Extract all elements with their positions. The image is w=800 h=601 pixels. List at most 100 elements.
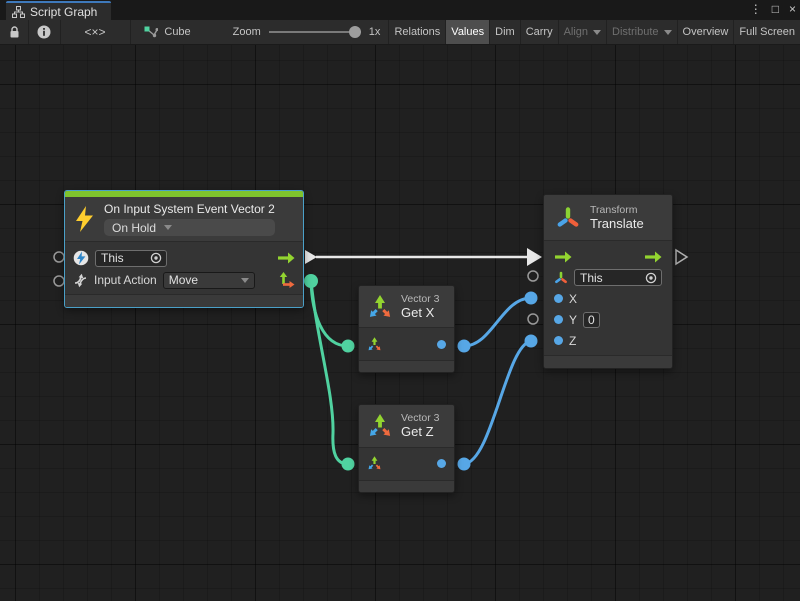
transform-icon [556, 206, 580, 230]
float-wire-x[interactable] [464, 298, 531, 346]
getx-output-port[interactable] [458, 340, 471, 353]
carry-button[interactable]: Carry [521, 20, 558, 44]
code-preview-button[interactable]: <×> [60, 20, 129, 44]
translate-y-inner-dot[interactable] [554, 315, 563, 324]
translate-x-port[interactable] [525, 292, 538, 305]
zoom-slider[interactable] [269, 31, 361, 33]
translate-y-row: Y 0 [554, 309, 662, 330]
getz-inner-output-dot[interactable] [437, 459, 446, 468]
translate-target-value: This [580, 271, 603, 285]
getx-inner-output-dot[interactable] [437, 340, 446, 349]
toolbar-right-group: Relations Values Dim Carry Align Distrib… [388, 20, 800, 44]
relations-button[interactable]: Relations [389, 20, 445, 44]
event-mode-value: On Hold [112, 221, 156, 235]
values-label: Values [451, 26, 484, 38]
target-picker-icon[interactable] [150, 252, 162, 264]
overview-label: Overview [683, 26, 729, 38]
lightning-icon [75, 206, 94, 232]
tab-script-graph[interactable]: Script Graph [6, 1, 111, 20]
window-menu-button[interactable]: ⋮ [750, 2, 762, 16]
vector3-icon [367, 413, 393, 439]
event-control-out-port[interactable] [305, 250, 317, 264]
getz-input-port[interactable] [342, 458, 355, 471]
translate-x-label: X [569, 292, 577, 306]
input-action-value: Move [169, 273, 198, 287]
event-node-rows: This [65, 242, 303, 293]
getx-input-port[interactable] [342, 340, 355, 353]
window-close-button[interactable]: × [789, 2, 796, 16]
float-wire-z[interactable] [464, 341, 531, 464]
node-get-z[interactable]: Vector 3 Get Z [358, 404, 455, 493]
event-node-header: On Input System Event Vector 2 On Hold [65, 197, 303, 242]
translate-node-header: Transform Translate [544, 195, 672, 241]
translate-y-port[interactable] [528, 314, 538, 324]
dim-button[interactable]: Dim [490, 20, 520, 44]
event-target-row: This [73, 247, 295, 269]
align-button[interactable]: Align [559, 20, 606, 44]
tab-label: Script Graph [30, 5, 97, 19]
info-icon [37, 25, 51, 39]
translate-y-label: Y [569, 313, 577, 327]
translate-z-port[interactable] [525, 335, 538, 348]
zoom-slider-thumb[interactable] [349, 26, 361, 38]
overview-button[interactable]: Overview [678, 20, 734, 44]
align-label: Align [564, 26, 588, 38]
chevron-down-icon [164, 225, 172, 230]
event-mode-dropdown[interactable]: On Hold [104, 219, 275, 236]
translate-target-field[interactable]: This [574, 269, 662, 286]
event-vector2-out-port[interactable] [304, 274, 318, 288]
info-button[interactable] [29, 20, 60, 44]
event-target-field[interactable]: This [95, 250, 167, 267]
node-get-x[interactable]: Vector 3 Get X [358, 285, 455, 373]
dim-label: Dim [495, 26, 515, 38]
vector2-icon [279, 272, 295, 288]
graph-toolbar: <×> Cube Zoom 1x Relations Values [0, 20, 800, 45]
zoom-value: 1x [369, 26, 381, 38]
target-picker-icon[interactable] [645, 272, 657, 284]
input-action-icon [73, 273, 88, 288]
input-action-dropdown[interactable]: Move [163, 272, 255, 289]
distribute-label: Distribute [612, 26, 658, 38]
translate-y-value-field[interactable]: 0 [583, 312, 600, 328]
getz-io-row [367, 452, 446, 476]
lock-button[interactable] [0, 20, 28, 44]
vector3-small-icon [367, 337, 382, 352]
lock-icon [9, 26, 20, 39]
breadcrumb-label: Cube [164, 26, 190, 38]
translate-target-port[interactable] [528, 271, 538, 281]
carry-label: Carry [526, 26, 553, 38]
event-target-port[interactable] [54, 252, 64, 262]
event-node-title: On Input System Event Vector 2 [104, 202, 275, 216]
tab-strip: Script Graph ⋮ □ × [0, 0, 800, 20]
node-on-input-system-event[interactable]: On Input System Event Vector 2 On Hold T… [64, 190, 304, 308]
values-button[interactable]: Values [446, 20, 489, 44]
translate-x-inner-dot[interactable] [554, 294, 563, 303]
vector3-small-icon [367, 456, 382, 471]
code-icon: <×> [85, 25, 106, 39]
translate-z-row: Z [554, 330, 662, 351]
graph-hierarchy-icon [12, 6, 25, 18]
distribute-button[interactable]: Distribute [607, 20, 676, 44]
subgraph-icon [144, 26, 158, 39]
getx-node-footer [359, 360, 454, 372]
window-maximize-button[interactable]: □ [772, 2, 779, 16]
getx-category: Vector 3 [401, 293, 440, 305]
full-screen-button[interactable]: Full Screen [734, 20, 800, 44]
node-translate[interactable]: Transform Translate [543, 194, 673, 369]
getx-node-header: Vector 3 Get X [359, 286, 454, 328]
translate-control-out-port[interactable] [676, 250, 687, 264]
graph-canvas[interactable]: On Input System Event Vector 2 On Hold T… [0, 45, 800, 601]
flow-arrow-icon [554, 251, 572, 263]
zoom-label: Zoom [233, 26, 261, 38]
getz-category: Vector 3 [401, 412, 440, 424]
translate-z-inner-dot[interactable] [554, 336, 563, 345]
translate-control-row [554, 246, 662, 267]
getz-title: Get Z [401, 424, 440, 439]
vector2-wire-getz[interactable] [311, 281, 348, 464]
event-action-port[interactable] [54, 276, 64, 286]
relations-label: Relations [394, 26, 440, 38]
flow-arrow-icon [644, 251, 662, 263]
chevron-down-icon [664, 30, 672, 35]
breadcrumb[interactable]: Cube [130, 20, 204, 44]
getz-output-port[interactable] [458, 458, 471, 471]
